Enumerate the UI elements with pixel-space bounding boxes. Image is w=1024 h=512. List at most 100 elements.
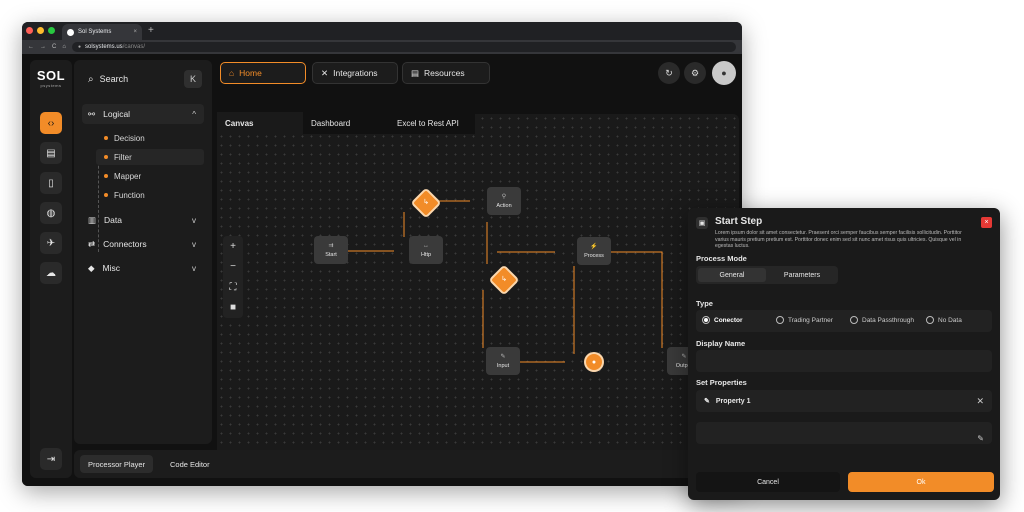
code-icon[interactable]: ‹›: [40, 112, 62, 134]
tab-code-editor[interactable]: Code Editor: [162, 455, 218, 473]
sidebar-item-label: Mapper: [114, 171, 142, 181]
home-icon[interactable]: ⌂: [62, 44, 66, 50]
type-radio-group: Conector Trading Partner Data Passthroug…: [696, 310, 992, 332]
url-field[interactable]: ● solsystems.us/canvas/: [71, 42, 736, 52]
forward-icon[interactable]: →: [40, 44, 46, 50]
app-shell: SOL psystems ‹› ▤ ▯ ◍ ✈ ☁ ⇥ ⌕ Search K ⚯…: [22, 54, 742, 486]
settings-icon[interactable]: ⚙: [684, 62, 706, 84]
minimize-window-button[interactable]: [37, 27, 44, 34]
group-misc[interactable]: ◆ Misc v: [82, 258, 204, 278]
radio-checked-icon: [702, 316, 710, 324]
home-label: Home: [239, 68, 262, 78]
node-label: Start: [325, 252, 337, 258]
sidebar-item-filter[interactable]: Filter: [96, 149, 204, 165]
group-data[interactable]: ▥ Data v: [82, 210, 204, 230]
process-mode-toggle: General Parameters: [696, 266, 838, 284]
logic-icon: ⚯: [88, 108, 96, 119]
logo-sub: psystems: [40, 83, 62, 88]
group-logical[interactable]: ⚯ Logical ^: [82, 104, 204, 124]
edit-note-icon[interactable]: ✎: [977, 434, 984, 443]
resources-icon: ▤: [411, 67, 420, 78]
globe-icon[interactable]: ◍: [40, 202, 62, 224]
tab-close-icon[interactable]: ×: [133, 29, 137, 35]
collapse-sidebar-button[interactable]: K: [184, 70, 202, 88]
home-nav-icon: ⌂: [229, 68, 235, 78]
http-icon: ↔: [423, 242, 429, 249]
sidebar-item-decision[interactable]: Decision: [96, 130, 204, 146]
process-mode-label: Process Mode: [696, 254, 747, 263]
maximize-window-button[interactable]: [48, 27, 55, 34]
ok-button[interactable]: Ok: [848, 472, 994, 492]
cloud-icon[interactable]: ☁: [40, 262, 62, 284]
group-label: Logical: [103, 109, 131, 119]
start-step-dialog: ▣ Start Step Lorem ipsum dolor sit amet …: [688, 208, 1000, 500]
browser-tab[interactable]: Sol Systems ×: [62, 24, 142, 40]
expand-icon[interactable]: ⇥: [40, 448, 62, 470]
sidebar-item-function[interactable]: Function: [96, 187, 204, 203]
node-process[interactable]: ⚡ Process: [577, 237, 611, 265]
node-label: Action: [496, 203, 512, 209]
pencil-icon: ✎: [500, 354, 506, 360]
sidebar-item-mapper[interactable]: Mapper: [96, 168, 204, 184]
avatar[interactable]: ●: [712, 61, 736, 85]
rocket-icon[interactable]: ✈: [40, 232, 62, 254]
chart-icon: ▥: [88, 214, 97, 225]
set-properties-label: Set Properties: [696, 378, 747, 387]
bottom-bar: Processor Player Code Editor: [74, 450, 742, 478]
radio-conector[interactable]: Conector: [702, 316, 743, 324]
browser-tab-title: Sol Systems: [78, 29, 112, 35]
node-decision-2[interactable]: ↳: [491, 267, 517, 293]
decision-icon: ↳: [501, 276, 507, 283]
pencil-icon: ✎: [681, 354, 687, 360]
file-icon[interactable]: ▯: [40, 172, 62, 194]
back-icon[interactable]: ←: [28, 44, 34, 50]
tab-parameters[interactable]: Parameters: [768, 268, 836, 282]
node-decision[interactable]: ↳: [413, 190, 439, 216]
cards-icon[interactable]: ▤: [40, 142, 62, 164]
sidebar: ⌕ Search K ⚯ Logical ^ Decision Filter M…: [74, 60, 212, 444]
icon-rail: SOL psystems ‹› ▤ ▯ ◍ ✈ ☁ ⇥: [30, 60, 72, 478]
radio-label: No Data: [938, 316, 962, 324]
integrations-label: Integrations: [333, 68, 378, 78]
merge-icon: ●: [591, 358, 597, 366]
resources-button[interactable]: ▤ Resources: [402, 62, 490, 84]
tab-processor-player[interactable]: Processor Player: [80, 455, 154, 473]
tab-general[interactable]: General: [698, 268, 766, 282]
node-start[interactable]: ⇉ Start: [314, 236, 348, 264]
flow-connections: [330, 200, 663, 363]
refresh-icon[interactable]: ↻: [658, 62, 680, 84]
shapes-icon: ◆: [88, 262, 95, 273]
node-input[interactable]: ✎ Input: [486, 347, 520, 375]
search-input[interactable]: ⌕ Search K: [82, 68, 204, 90]
node-http[interactable]: ↔ Http: [409, 236, 443, 264]
chevron-down-icon: v: [192, 239, 196, 249]
radio-no-data[interactable]: No Data: [926, 316, 962, 324]
close-window-button[interactable]: [26, 27, 33, 34]
flow-canvas[interactable]: Canvas Dashboard Excel to Rest API + − ⛶…: [217, 112, 739, 466]
dialog-title: Start Step: [715, 216, 763, 227]
integrations-button[interactable]: ✕ Integrations: [312, 62, 398, 84]
home-button[interactable]: ⌂ Home: [220, 62, 306, 84]
node-action[interactable]: ⚲ Action: [487, 187, 521, 215]
address-bar: ← → C ⌂ ● solsystems.us/canvas/: [22, 40, 742, 54]
remove-property-icon[interactable]: ✕: [976, 396, 984, 407]
new-tab-button[interactable]: +: [148, 24, 154, 38]
resources-label: Resources: [424, 68, 465, 78]
cancel-button[interactable]: Cancel: [696, 472, 840, 492]
node-merge[interactable]: ●: [586, 354, 602, 370]
chevron-up-icon: ^: [192, 109, 196, 119]
browser-window: Sol Systems × + ← → C ⌂ ● solsystems.us/…: [22, 22, 742, 486]
property-value-field[interactable]: [696, 422, 992, 444]
close-icon[interactable]: ×: [981, 217, 992, 228]
display-name-field[interactable]: [696, 350, 992, 372]
group-connectors[interactable]: ⇄ Connectors v: [82, 234, 204, 254]
group-label: Data: [104, 215, 122, 225]
node-label: Http: [420, 251, 432, 258]
reload-icon[interactable]: C: [52, 44, 56, 50]
radio-data-passthrough[interactable]: Data Passthrough: [850, 316, 914, 324]
type-label: Type: [696, 299, 713, 308]
favicon-icon: [67, 28, 74, 36]
radio-trading-partner[interactable]: Trading Partner: [776, 316, 833, 324]
bullet-icon: [104, 193, 108, 197]
property-row[interactable]: ✎ Property 1 ✕: [696, 390, 992, 412]
